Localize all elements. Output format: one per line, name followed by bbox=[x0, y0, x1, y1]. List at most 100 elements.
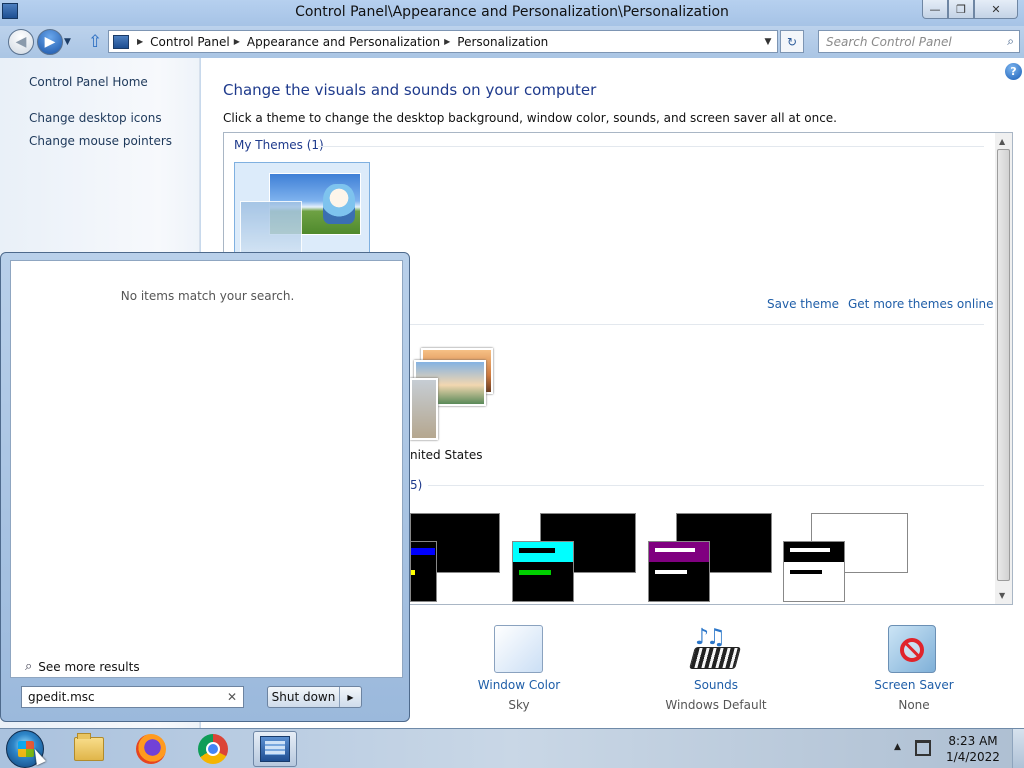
window-title: Control Panel\Appearance and Personaliza… bbox=[295, 4, 729, 20]
clock-date: 1/4/2022 bbox=[946, 750, 1000, 764]
theme-preview-front bbox=[410, 541, 437, 602]
title-text-swatch bbox=[519, 548, 555, 553]
scroll-up-icon[interactable]: ▲ bbox=[999, 137, 1005, 146]
search-results-pane: No items match your search. ⌕ See more r… bbox=[10, 260, 403, 678]
high-contrast-theme-tile[interactable] bbox=[648, 513, 773, 603]
chrome-taskbar-button[interactable] bbox=[191, 731, 235, 767]
breadcrumb-appearance[interactable]: Appearance and Personalization bbox=[247, 35, 440, 49]
system-clock[interactable]: 8:23 AM 1/4/2022 bbox=[942, 733, 1004, 765]
sounds-icon[interactable]: ♪♫ bbox=[689, 625, 741, 673]
search-icon[interactable]: ⌕ bbox=[1007, 34, 1014, 49]
forward-arrow-icon: ▶ bbox=[44, 34, 56, 50]
back-button[interactable]: ◀ bbox=[8, 29, 34, 55]
firefox-taskbar-button[interactable] bbox=[129, 731, 173, 767]
window-color-item[interactable]: Window Color Sky bbox=[460, 678, 578, 712]
screen-saver-item[interactable]: Screen Saver None bbox=[864, 678, 964, 712]
title-bar-swatch bbox=[411, 548, 435, 555]
search-icon: ⌕ bbox=[25, 659, 33, 674]
screen-saver-label[interactable]: Screen Saver bbox=[864, 678, 964, 692]
title-text-swatch bbox=[790, 548, 830, 552]
search-input[interactable] bbox=[826, 34, 996, 49]
control-panel-home-link[interactable]: Control Panel Home bbox=[29, 75, 148, 89]
title-bar-swatch bbox=[784, 542, 844, 562]
see-more-results-link[interactable]: ⌕ See more results bbox=[25, 659, 140, 674]
start-menu: No items match your search. ⌕ See more r… bbox=[0, 252, 410, 722]
back-arrow-icon: ◀ bbox=[15, 34, 27, 50]
up-arrow-icon[interactable]: ⇧ bbox=[88, 32, 102, 52]
maximize-button[interactable]: ❐ bbox=[948, 0, 974, 19]
title-bar-swatch bbox=[649, 542, 709, 562]
close-button[interactable]: ✕ bbox=[974, 0, 1018, 19]
taskbar: ▲ 8:23 AM 1/4/2022 bbox=[0, 728, 1024, 768]
united-states-theme-tile[interactable] bbox=[410, 348, 493, 440]
scrollbar-thumb[interactable] bbox=[997, 149, 1010, 581]
forward-button[interactable]: ▶ bbox=[37, 29, 63, 55]
high-contrast-white-theme-tile[interactable] bbox=[783, 513, 908, 603]
search-box[interactable]: ⌕ bbox=[818, 30, 1020, 53]
change-mouse-pointers-link[interactable]: Change mouse pointers bbox=[29, 134, 172, 148]
group-divider bbox=[318, 146, 984, 147]
sounds-label[interactable]: Sounds bbox=[656, 678, 776, 692]
control-panel-small-icon bbox=[113, 34, 129, 49]
title-text-swatch bbox=[655, 548, 695, 552]
recent-pages-dropdown-icon[interactable]: ▼ bbox=[64, 37, 71, 47]
start-search-input[interactable] bbox=[28, 690, 218, 704]
control-panel-taskbar-button[interactable] bbox=[253, 731, 297, 767]
sounds-item[interactable]: Sounds Windows Default bbox=[656, 678, 776, 712]
wallpaper-character-image bbox=[323, 184, 355, 224]
page-heading: Change the visuals and sounds on your co… bbox=[223, 81, 597, 99]
refresh-icon: ↻ bbox=[786, 34, 798, 49]
breadcrumb-control-panel[interactable]: Control Panel bbox=[150, 35, 230, 49]
no-entry-icon bbox=[900, 638, 924, 662]
network-icon[interactable] bbox=[915, 740, 931, 756]
basic-themes-title: 5) bbox=[410, 478, 423, 492]
shut-down-label[interactable]: Shut down bbox=[268, 687, 340, 707]
sounds-value: Windows Default bbox=[665, 698, 767, 712]
theme-preview-front bbox=[783, 541, 845, 602]
window-color-label[interactable]: Window Color bbox=[460, 678, 578, 692]
get-more-themes-link[interactable]: Get more themes online bbox=[848, 297, 994, 311]
theme-preview-front bbox=[512, 541, 574, 602]
screen-saver-value: None bbox=[898, 698, 930, 712]
address-bar[interactable]: ▶ Control Panel ▶ Appearance and Persona… bbox=[108, 30, 778, 53]
breadcrumb-separator-icon[interactable]: ▶ bbox=[137, 37, 143, 46]
no-results-message: No items match your search. bbox=[120, 289, 295, 303]
folder-icon bbox=[74, 733, 104, 761]
my-theme-tile[interactable] bbox=[234, 162, 370, 261]
show-desktop-button[interactable] bbox=[1012, 729, 1024, 768]
help-icon[interactable]: ? bbox=[1005, 63, 1022, 80]
clock-time: 8:23 AM bbox=[948, 734, 998, 748]
my-themes-title: My Themes (1) bbox=[234, 138, 324, 152]
change-desktop-icons-link[interactable]: Change desktop icons bbox=[29, 111, 162, 125]
refresh-button[interactable]: ↻ bbox=[780, 30, 804, 53]
piano-keys-icon bbox=[689, 647, 741, 669]
navigation-bar: ◀ ▶ ▼ ⇧ ▶ Control Panel ▶ Appearance and… bbox=[0, 26, 1024, 58]
themes-scrollbar[interactable]: ▲ ▼ bbox=[995, 133, 1012, 604]
start-search-box[interactable]: ✕ bbox=[21, 686, 244, 708]
chrome-icon bbox=[198, 734, 228, 764]
show-hidden-icons-icon[interactable]: ▲ bbox=[894, 742, 901, 752]
address-dropdown-icon[interactable]: ▼ bbox=[759, 37, 777, 47]
united-states-theme-label[interactable]: nited States bbox=[410, 448, 482, 462]
shut-down-options-arrow-icon[interactable]: ▶ bbox=[340, 693, 361, 702]
group-divider bbox=[410, 324, 984, 325]
breadcrumb-personalization[interactable]: Personalization bbox=[457, 35, 548, 49]
see-more-results-label[interactable]: See more results bbox=[38, 660, 139, 674]
clear-search-icon[interactable]: ✕ bbox=[227, 690, 237, 704]
window-color-swatch[interactable] bbox=[494, 625, 543, 673]
scroll-down-icon[interactable]: ▼ bbox=[999, 591, 1005, 600]
save-theme-link[interactable]: Save theme bbox=[767, 297, 839, 311]
file-explorer-taskbar-button[interactable] bbox=[67, 731, 111, 767]
breadcrumb-separator-icon[interactable]: ▶ bbox=[234, 37, 240, 46]
screen-saver-icon[interactable] bbox=[888, 625, 936, 673]
firefox-icon bbox=[136, 734, 166, 764]
control-panel-icon bbox=[260, 736, 290, 762]
title-bar[interactable]: Control Panel\Appearance and Personaliza… bbox=[0, 0, 1024, 26]
shut-down-button[interactable]: Shut down ▶ bbox=[267, 686, 362, 708]
theme-photo-thumbnail bbox=[410, 378, 438, 440]
high-contrast-theme-tile[interactable] bbox=[512, 513, 637, 603]
minimize-button[interactable]: — bbox=[922, 0, 948, 19]
theme-preview-front bbox=[648, 541, 710, 602]
breadcrumb-separator-icon[interactable]: ▶ bbox=[444, 37, 450, 46]
window-color-value: Sky bbox=[508, 698, 530, 712]
